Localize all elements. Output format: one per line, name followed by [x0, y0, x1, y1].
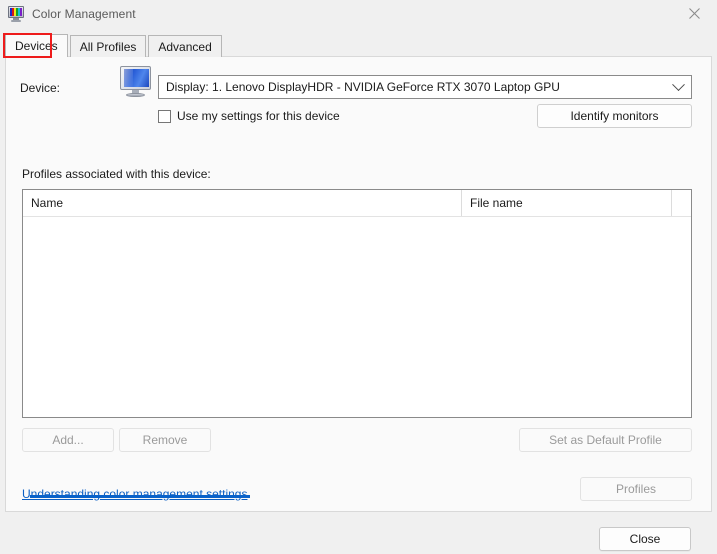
use-my-settings-label: Use my settings for this device: [177, 109, 340, 123]
add-profile-label: Add...: [52, 433, 83, 447]
use-my-settings-checkbox[interactable]: Use my settings for this device: [158, 109, 340, 123]
close-icon[interactable]: [672, 0, 717, 27]
tab-all-profiles[interactable]: All Profiles: [70, 35, 147, 57]
checkbox-box[interactable]: [158, 110, 171, 123]
add-profile-button[interactable]: Add...: [22, 428, 114, 452]
color-management-window: Color Management Devices All Profiles Ad…: [0, 0, 717, 554]
remove-profile-button[interactable]: Remove: [119, 428, 211, 452]
column-header-extra[interactable]: [672, 190, 691, 216]
device-combo-box[interactable]: Display: 1. Lenovo DisplayHDR - NVIDIA G…: [158, 75, 692, 99]
close-button[interactable]: Close: [599, 527, 691, 551]
set-as-default-profile-label: Set as Default Profile: [549, 433, 662, 447]
understanding-color-management-link[interactable]: Understanding color management settings: [22, 487, 247, 501]
identify-monitors-label: Identify monitors: [570, 109, 658, 123]
close-button-label: Close: [630, 532, 661, 546]
monitor-icon: [119, 66, 153, 98]
chevron-down-icon[interactable]: [665, 83, 691, 92]
tab-strip: Devices All Profiles Advanced: [5, 34, 224, 57]
tab-all-profiles-label: All Profiles: [80, 40, 137, 54]
set-as-default-profile-button[interactable]: Set as Default Profile: [519, 428, 692, 452]
profiles-caption: Profiles associated with this device:: [22, 167, 211, 181]
column-header-file-name[interactable]: File name: [462, 190, 672, 216]
window-title: Color Management: [32, 7, 136, 21]
color-monitor-icon: [8, 6, 24, 22]
profiles-list-header: Name File name: [23, 190, 691, 217]
profiles-list-body[interactable]: [23, 217, 691, 418]
tab-devices-label: Devices: [15, 39, 58, 53]
tab-devices[interactable]: Devices: [5, 34, 68, 57]
identify-monitors-button[interactable]: Identify monitors: [537, 104, 692, 128]
profiles-button[interactable]: Profiles: [580, 477, 692, 501]
device-label: Device:: [20, 81, 60, 95]
tab-advanced[interactable]: Advanced: [148, 35, 221, 57]
column-header-name[interactable]: Name: [23, 190, 462, 216]
profiles-list-view[interactable]: Name File name: [22, 189, 692, 418]
remove-profile-label: Remove: [143, 433, 188, 447]
title-bar: Color Management: [0, 0, 717, 27]
device-combo-value: Display: 1. Lenovo DisplayHDR - NVIDIA G…: [159, 80, 665, 94]
tab-advanced-label: Advanced: [158, 40, 211, 54]
profiles-button-label: Profiles: [616, 482, 656, 496]
